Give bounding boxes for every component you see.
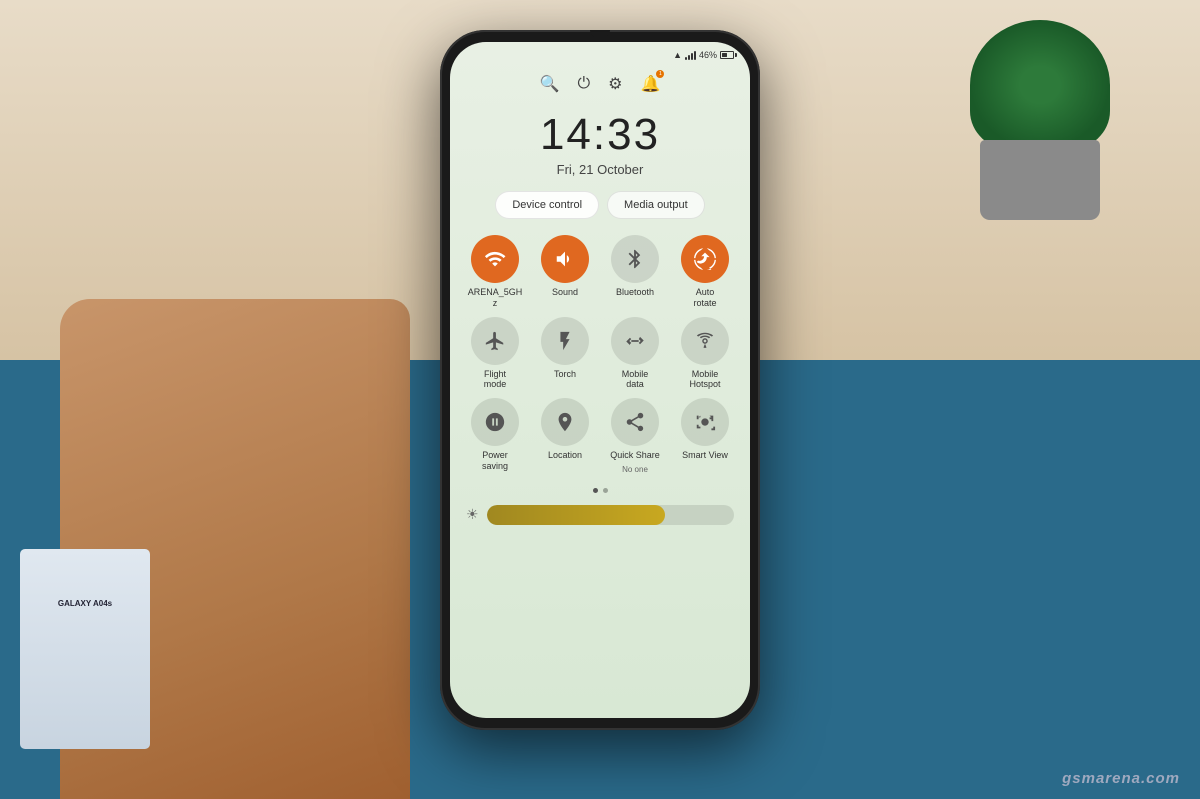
signal-bar-1 xyxy=(685,57,687,60)
plant-leaves xyxy=(970,20,1110,150)
plant-pot xyxy=(980,140,1100,220)
smart-view-tile-icon xyxy=(681,398,729,446)
battery-fill xyxy=(722,53,727,57)
mobile-data-tile-label: Mobiledata xyxy=(622,369,649,391)
phone-frame: ▲ 46% 🔍 ⏻ ⚙ 🔔 1 xyxy=(440,30,760,730)
tile-torch[interactable]: Torch xyxy=(534,317,596,391)
phone-screen[interactable]: ▲ 46% 🔍 ⏻ ⚙ 🔔 1 xyxy=(450,42,750,718)
media-output-button[interactable]: Media output xyxy=(607,191,705,219)
tile-bluetooth[interactable]: Bluetooth xyxy=(604,235,666,309)
clock-time: 14:33 xyxy=(450,110,750,160)
dot-1 xyxy=(593,488,598,493)
location-tile-icon xyxy=(541,398,589,446)
phone-box: GALAXY A04s xyxy=(20,549,150,749)
tile-power-saving[interactable]: Powersaving xyxy=(464,398,526,474)
dots-indicator xyxy=(450,482,750,499)
brightness-slider[interactable] xyxy=(487,505,734,525)
signal-bars xyxy=(685,50,696,60)
status-bar: ▲ 46% xyxy=(450,42,750,64)
wifi-tile-label: ARENA_5GHz xyxy=(468,287,523,309)
power-saving-tile-label: Powersaving xyxy=(482,450,508,472)
torch-tile-icon xyxy=(541,317,589,365)
status-icons: ▲ 46% xyxy=(673,50,734,60)
device-control-button[interactable]: Device control xyxy=(495,191,599,219)
tile-smart-view[interactable]: Smart View xyxy=(674,398,736,474)
auto-rotate-tile-label: Autorotate xyxy=(693,287,716,309)
brightness-fill xyxy=(487,505,665,525)
tile-auto-rotate[interactable]: Autorotate xyxy=(674,235,736,309)
signal-bar-2 xyxy=(688,55,690,60)
plant-decoration xyxy=(960,20,1120,220)
dot-2 xyxy=(603,488,608,493)
quick-settings-header: 🔍 ⏻ ⚙ 🔔 1 xyxy=(450,68,750,100)
mobile-data-tile-icon xyxy=(611,317,659,365)
bluetooth-tile-icon xyxy=(611,235,659,283)
signal-bar-3 xyxy=(691,53,693,60)
notification-icon[interactable]: 🔔 1 xyxy=(641,74,661,94)
tile-location[interactable]: Location xyxy=(534,398,596,474)
clock-section: 14:33 Fri, 21 October xyxy=(450,100,750,183)
hotspot-tile-label: MobileHotspot xyxy=(689,369,720,391)
sound-tile-label: Sound xyxy=(552,287,578,298)
tile-sound[interactable]: Sound xyxy=(534,235,596,309)
notification-badge: 1 xyxy=(656,70,664,78)
search-icon[interactable]: 🔍 xyxy=(540,74,560,94)
signal-bar-4 xyxy=(694,51,696,60)
battery-percent: 46% xyxy=(699,50,717,60)
torch-tile-label: Torch xyxy=(554,369,576,380)
tile-flight-mode[interactable]: Flightmode xyxy=(464,317,526,391)
hotspot-tile-icon xyxy=(681,317,729,365)
power-saving-tile-icon xyxy=(471,398,519,446)
tile-mobile-data[interactable]: Mobiledata xyxy=(604,317,666,391)
tile-mobile-hotspot[interactable]: MobileHotspot xyxy=(674,317,736,391)
quick-share-tile-label: Quick Share xyxy=(610,450,660,461)
gsmarena-watermark: gsmarena.com xyxy=(1062,770,1180,787)
wifi-tile-icon xyxy=(471,235,519,283)
sound-tile-icon xyxy=(541,235,589,283)
quick-tiles-grid: ARENA_5GHz Sound Bluetooth xyxy=(450,227,750,482)
bluetooth-tile-label: Bluetooth xyxy=(616,287,654,298)
box-label: GALAXY A04s xyxy=(30,599,140,608)
wifi-status-icon: ▲ xyxy=(673,50,682,60)
tile-wifi[interactable]: ARENA_5GHz xyxy=(464,235,526,309)
flight-tile-label: Flightmode xyxy=(484,369,507,391)
battery-icon xyxy=(720,51,734,59)
flight-tile-icon xyxy=(471,317,519,365)
location-tile-label: Location xyxy=(548,450,582,461)
device-media-row: Device control Media output xyxy=(450,183,750,227)
brightness-icon: ☀ xyxy=(466,506,479,523)
quick-share-sublabel: No one xyxy=(622,465,648,474)
quick-share-tile-icon xyxy=(611,398,659,446)
settings-icon[interactable]: ⚙ xyxy=(608,74,622,94)
camera-notch xyxy=(590,30,610,38)
tile-quick-share[interactable]: Quick Share No one xyxy=(604,398,666,474)
auto-rotate-tile-icon xyxy=(681,235,729,283)
brightness-row: ☀ xyxy=(450,499,750,537)
power-icon[interactable]: ⏻ xyxy=(578,75,591,93)
clock-date: Fri, 21 October xyxy=(450,162,750,177)
smart-view-tile-label: Smart View xyxy=(682,450,728,461)
